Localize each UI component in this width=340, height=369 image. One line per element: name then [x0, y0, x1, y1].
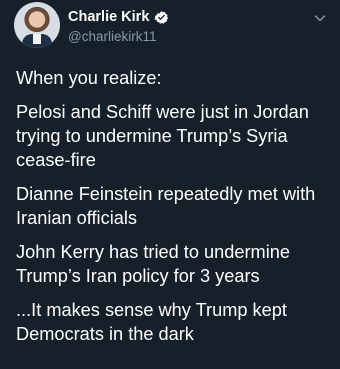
tweet-paragraph: Dianne Feinstein repeatedly met with Ira…	[16, 184, 316, 228]
author-names: Charlie Kirk @charliekirk11	[68, 8, 169, 44]
avatar-collar	[33, 34, 41, 44]
avatar[interactable]	[14, 2, 60, 48]
display-name[interactable]: Charlie Kirk	[68, 9, 149, 25]
tweet-paragraph: When you realize:	[16, 68, 162, 88]
tweet-card: Charlie Kirk @charliekirk11 When you rea…	[0, 0, 340, 369]
tweet-header: Charlie Kirk @charliekirk11	[14, 2, 334, 50]
verified-icon	[154, 10, 169, 24]
tweet-paragraph: ...It makes sense why Trump kept Democra…	[16, 300, 287, 344]
chevron-down-icon[interactable]	[314, 12, 326, 24]
tweet-text: When you realize: Pelosi and Schiff were…	[16, 66, 334, 356]
tweet-paragraph: John Kerry has tried to undermine Trump’…	[16, 242, 290, 286]
author-handle[interactable]: @charliekirk11	[68, 29, 169, 44]
tweet-paragraph: Pelosi and Schiff were just in Jordan tr…	[16, 102, 309, 170]
name-row: Charlie Kirk	[68, 8, 169, 26]
